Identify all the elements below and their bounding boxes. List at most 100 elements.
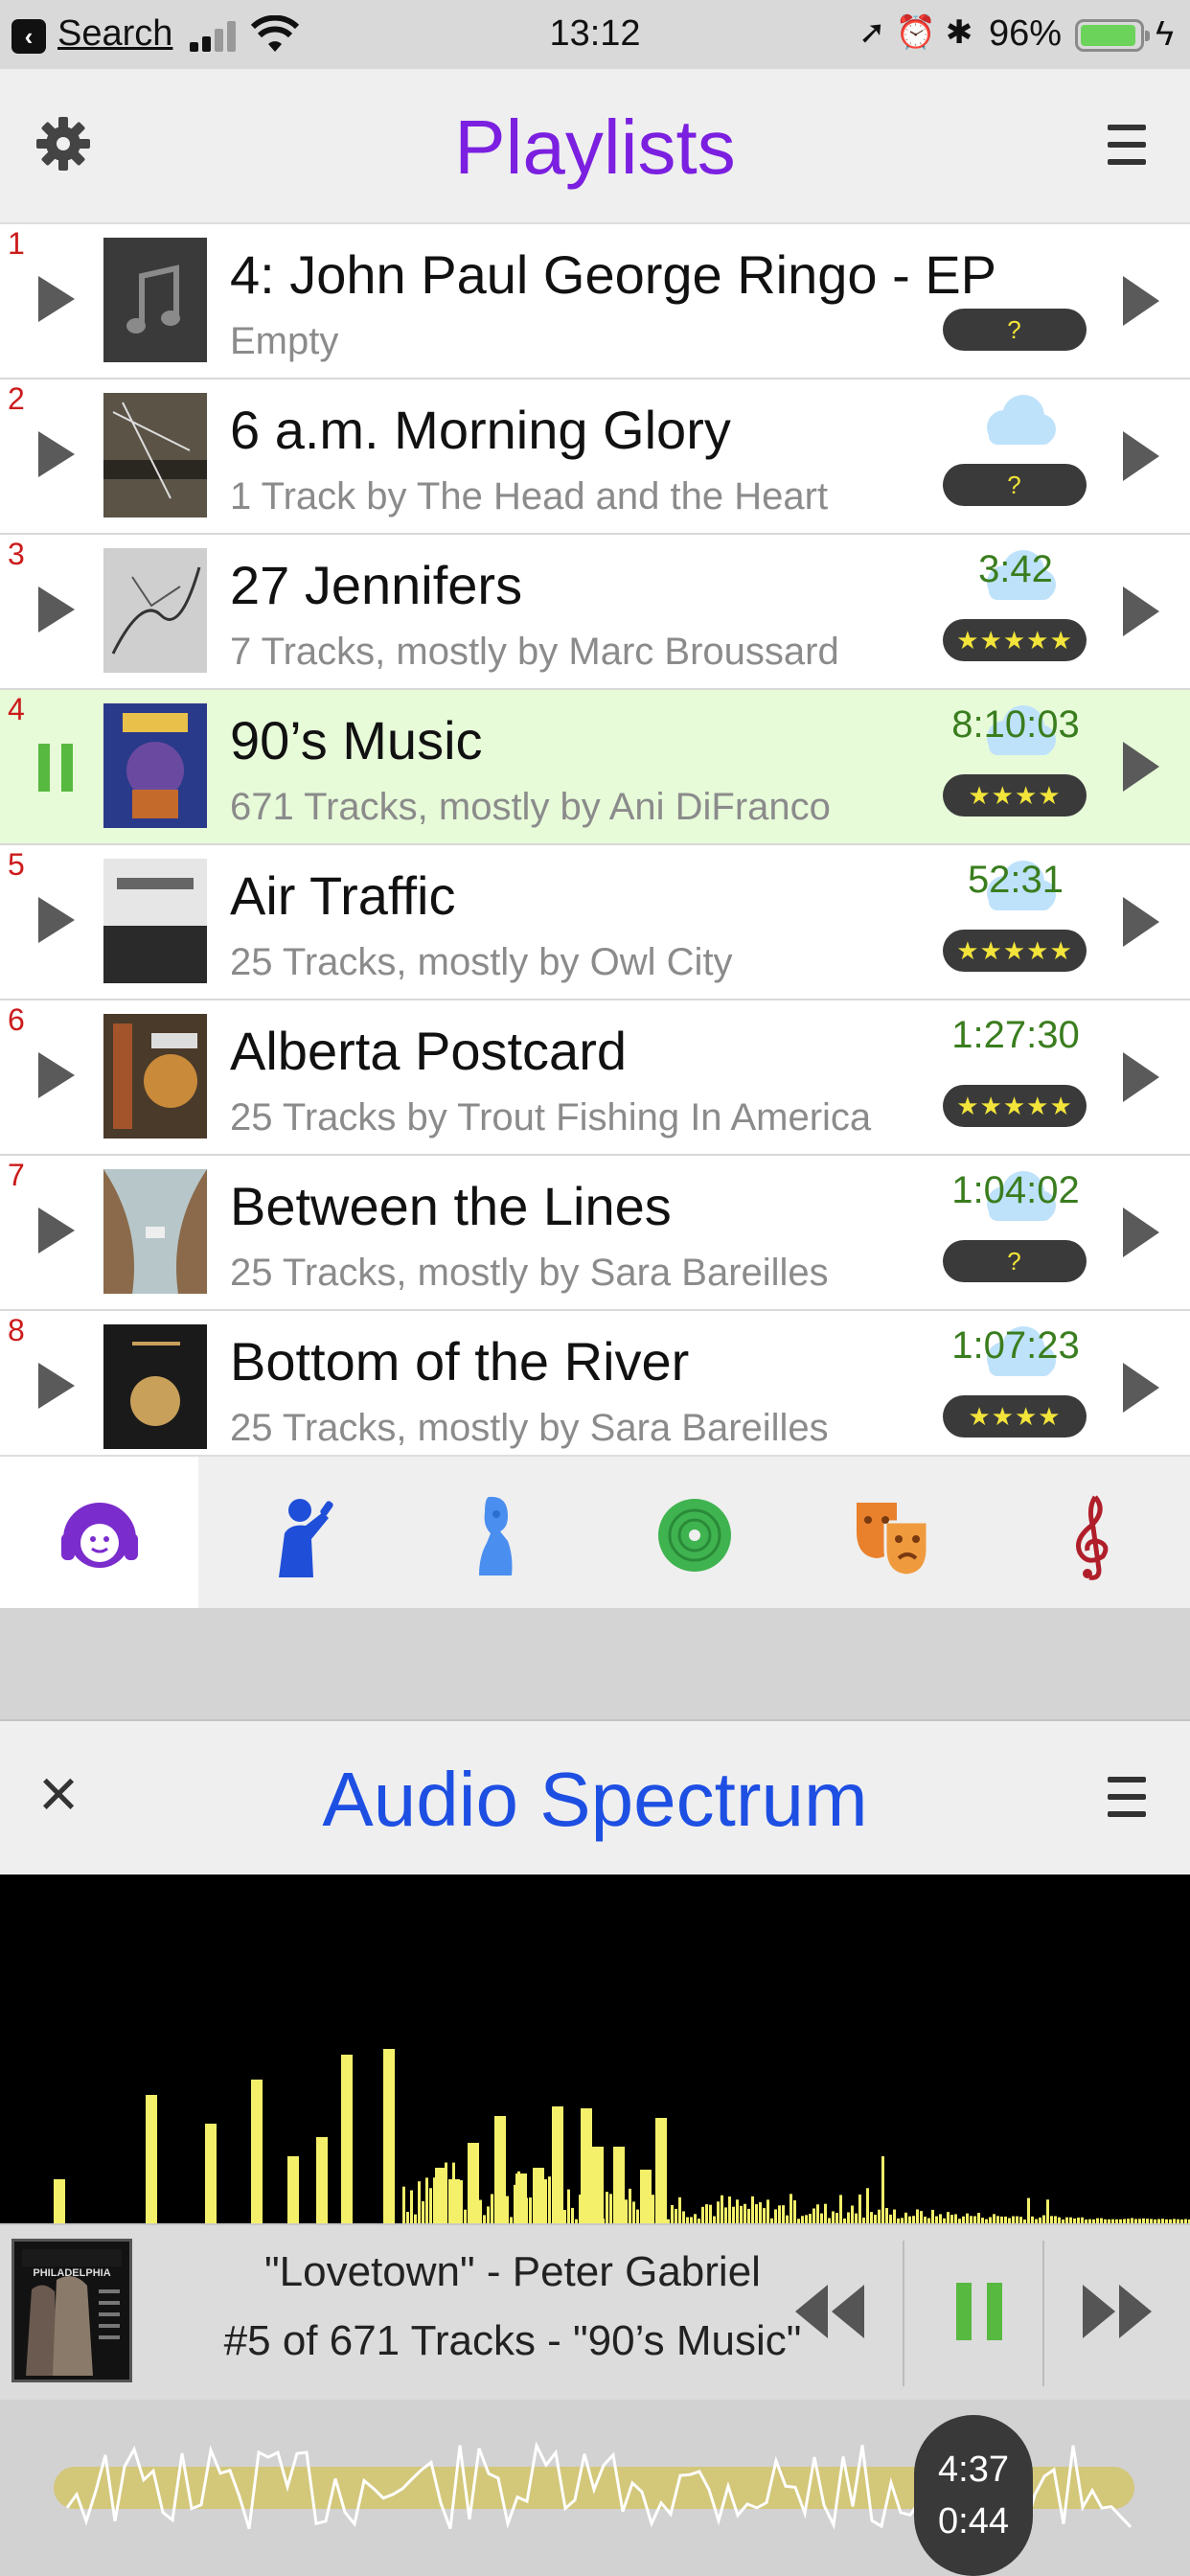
playlist-subtitle: 25 Tracks, mostly by Sara Bareilles bbox=[230, 1252, 829, 1294]
playlist-subtitle: 1 Track by The Head and the Heart bbox=[230, 475, 829, 518]
playlist-title: 90’s Music bbox=[230, 710, 483, 770]
playlist-row[interactable]: 5 Air Traffic 25 Tracks, mostly by Owl Cit… bbox=[0, 845, 1190, 1000]
charging-icon: ϟ bbox=[1156, 13, 1175, 53]
rating-badge[interactable]: ★★★★ bbox=[943, 1395, 1087, 1438]
playlist-row[interactable]: 3 27 Jennifers 7 Tracks, mostly by Marc Br… bbox=[0, 535, 1190, 690]
disclosure-arrow-icon[interactable] bbox=[1123, 1363, 1159, 1413]
spectrum-bar bbox=[724, 2207, 727, 2223]
total-time: 4:37 bbox=[938, 2450, 1009, 2490]
spectrum-bar bbox=[805, 2215, 808, 2223]
disclosure-arrow-icon[interactable] bbox=[1123, 1208, 1159, 1257]
playlist-row[interactable]: 1 4: John Paul George Ringo - EP Empty? bbox=[0, 224, 1190, 380]
spectrum-bar bbox=[1046, 2199, 1049, 2223]
pause-icon[interactable] bbox=[38, 744, 73, 792]
fast-forward-icon[interactable] bbox=[1079, 2264, 1156, 2359]
spectrum-bar bbox=[609, 2194, 612, 2223]
disclosure-arrow-icon[interactable] bbox=[1123, 276, 1159, 326]
playlist-row[interactable]: 6 Alberta Postcard 25 Tracks by Trout Fish… bbox=[0, 1000, 1190, 1156]
play-icon[interactable] bbox=[38, 276, 75, 322]
rating-badge[interactable]: ? bbox=[943, 1240, 1087, 1282]
rating-badge[interactable]: ★★★★★ bbox=[943, 930, 1087, 972]
playlist-index: 6 bbox=[8, 1002, 25, 1037]
spectrum-bar bbox=[205, 2124, 217, 2223]
spectrum-bar bbox=[977, 2213, 980, 2223]
album-cover[interactable]: PHILADELPHIA bbox=[11, 2239, 132, 2382]
spectrum-bar bbox=[586, 2200, 589, 2223]
spectrum-bar bbox=[996, 2216, 999, 2223]
spectrum-bar bbox=[460, 2180, 463, 2223]
tab-music-theory[interactable] bbox=[992, 1457, 1190, 1610]
rating-badge[interactable]: ★★★★★ bbox=[943, 1085, 1087, 1127]
playlist-row[interactable]: 4 90’s Music 671 Tracks, mostly by Ani DiF… bbox=[0, 690, 1190, 845]
disclosure-arrow-icon[interactable] bbox=[1123, 1052, 1159, 1102]
playlist-subtitle: 7 Tracks, mostly by Marc Broussard bbox=[230, 631, 839, 673]
menu-icon[interactable] bbox=[1108, 1777, 1146, 1819]
rating-badge[interactable]: ? bbox=[943, 309, 1087, 351]
audio-spectrum-visualizer bbox=[0, 1874, 1190, 2223]
spectrum-bar bbox=[552, 2185, 555, 2223]
scrubber-knob[interactable]: 4:37 0:44 bbox=[914, 2415, 1033, 2576]
rewind-icon[interactable] bbox=[791, 2264, 868, 2359]
play-icon[interactable] bbox=[38, 897, 75, 943]
spectrum-bar bbox=[625, 2199, 628, 2223]
tab-singer[interactable] bbox=[198, 1457, 397, 1610]
spectrum-bar bbox=[464, 2209, 467, 2223]
spectrum-bar bbox=[606, 2192, 608, 2223]
spectrum-bar bbox=[885, 2207, 888, 2223]
spectrum-bar bbox=[433, 2177, 436, 2223]
playlist-row[interactable]: 2 6 a.m. Morning Glory 1 Track by The Head… bbox=[0, 380, 1190, 535]
spectrum-bar bbox=[1012, 2216, 1015, 2223]
elapsed-time: 0:44 bbox=[938, 2501, 1009, 2542]
playlist-artwork bbox=[103, 238, 207, 362]
play-icon[interactable] bbox=[38, 1363, 75, 1409]
playlist-row[interactable]: 7 Between the Lines 25 Tracks, mostly by S… bbox=[0, 1156, 1190, 1311]
spectrum-bar bbox=[422, 2200, 424, 2223]
spectrum-bar bbox=[494, 2187, 497, 2223]
play-icon[interactable] bbox=[38, 586, 75, 632]
rating-badge[interactable]: ★★★★ bbox=[943, 774, 1087, 816]
genre-masks-icon bbox=[857, 1503, 929, 1577]
spectrum-bar bbox=[506, 2196, 509, 2223]
spectrum-bar bbox=[916, 2209, 919, 2223]
playlist-artwork bbox=[103, 1169, 207, 1294]
play-icon[interactable] bbox=[38, 1208, 75, 1254]
play-icon[interactable] bbox=[38, 431, 75, 477]
battery-icon bbox=[1075, 19, 1150, 52]
spectrum-bar bbox=[839, 2195, 842, 2223]
page-title: Playlists bbox=[454, 104, 736, 190]
rating-badge[interactable]: ★★★★★ bbox=[943, 619, 1087, 661]
spectrum-bar bbox=[924, 2216, 927, 2223]
spectrum-bar bbox=[1042, 2215, 1045, 2223]
menu-icon[interactable] bbox=[1108, 125, 1146, 167]
playlist-duration: 52:31 bbox=[967, 859, 1064, 901]
spectrum-bar bbox=[671, 2205, 674, 2223]
panel-divider[interactable] bbox=[0, 1608, 1190, 1721]
tab-genre[interactable] bbox=[793, 1457, 992, 1610]
spectrum-bar bbox=[954, 2214, 957, 2223]
playlist-index: 5 bbox=[8, 847, 25, 882]
playback-scrubber[interactable]: 4:37 0:44 bbox=[0, 2400, 1190, 2576]
rating-badge[interactable]: ? bbox=[943, 464, 1087, 506]
tab-listener[interactable] bbox=[0, 1457, 198, 1610]
spectrum-bar bbox=[728, 2196, 731, 2223]
tab-album[interactable] bbox=[595, 1457, 793, 1610]
disclosure-arrow-icon[interactable] bbox=[1123, 897, 1159, 947]
disclosure-arrow-icon[interactable] bbox=[1123, 742, 1159, 792]
spectrum-bar bbox=[793, 2199, 796, 2223]
disclosure-arrow-icon[interactable] bbox=[1123, 431, 1159, 481]
spectrum-bar bbox=[1050, 2216, 1053, 2223]
playlist-row[interactable]: 8 Bottom of the River 25 Tracks, mostly by… bbox=[0, 1311, 1190, 1455]
spectrum-bar bbox=[751, 2196, 754, 2223]
disclosure-arrow-icon[interactable] bbox=[1123, 586, 1159, 636]
pause-icon[interactable] bbox=[952, 2264, 1010, 2359]
playlist-index: 7 bbox=[8, 1158, 25, 1192]
spectrum-bar bbox=[529, 2197, 532, 2223]
playlist-title: Between the Lines bbox=[230, 1176, 672, 1236]
spectrum-bar bbox=[878, 2209, 881, 2223]
tab-composer[interactable] bbox=[397, 1457, 595, 1610]
spectrum-bar bbox=[475, 2210, 478, 2223]
cover-text: PHILADELPHIA bbox=[33, 2267, 110, 2279]
play-icon[interactable] bbox=[38, 1052, 75, 1098]
playlist-index: 1 bbox=[8, 226, 25, 261]
playlist-duration: 1:07:23 bbox=[951, 1324, 1080, 1367]
